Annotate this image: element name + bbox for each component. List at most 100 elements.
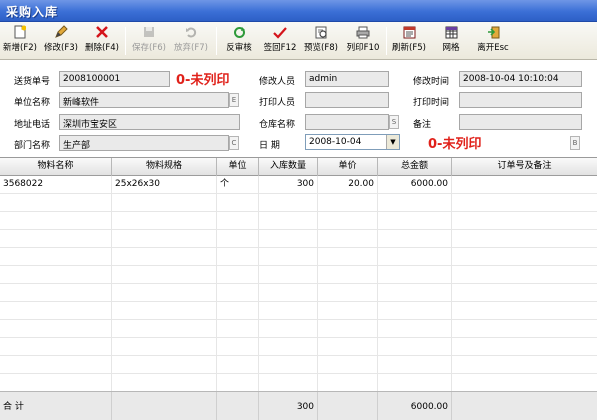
empty-cell[interactable] [452, 266, 597, 284]
empty-cell[interactable] [0, 266, 112, 284]
empty-cell[interactable] [318, 248, 378, 266]
col-header-name[interactable]: 物料名称 [0, 158, 112, 176]
empty-cell[interactable] [318, 230, 378, 248]
empty-cell[interactable] [259, 356, 318, 374]
empty-cell[interactable] [259, 266, 318, 284]
col-header-price[interactable]: 单价 [318, 158, 378, 176]
empty-cell[interactable] [217, 248, 259, 266]
empty-cell[interactable] [112, 266, 217, 284]
save-button[interactable]: 保存(F6) [130, 25, 168, 57]
delivery-no-field[interactable]: 2008100001 [59, 71, 170, 87]
unit-lookup-button[interactable]: E [229, 93, 239, 107]
empty-cell[interactable] [217, 302, 259, 320]
empty-cell[interactable] [259, 302, 318, 320]
empty-cell[interactable] [0, 194, 112, 212]
empty-cell[interactable] [259, 230, 318, 248]
empty-cell[interactable] [378, 248, 452, 266]
empty-cell[interactable] [259, 320, 318, 338]
edit-button[interactable]: 修改(F3) [43, 25, 79, 57]
chevron-down-icon[interactable]: ▼ [386, 135, 399, 149]
empty-cell[interactable] [452, 338, 597, 356]
empty-cell[interactable] [452, 212, 597, 230]
empty-cell[interactable] [0, 356, 112, 374]
col-header-spec[interactable]: 物料规格 [112, 158, 217, 176]
dept-lookup-button[interactable]: C [229, 136, 239, 150]
empty-cell[interactable] [259, 194, 318, 212]
empty-cell[interactable] [0, 212, 112, 230]
empty-cell[interactable] [112, 320, 217, 338]
cell-remark[interactable] [452, 176, 597, 194]
empty-cell[interactable] [112, 302, 217, 320]
empty-table-row[interactable] [0, 338, 597, 356]
empty-cell[interactable] [452, 230, 597, 248]
refresh-button[interactable]: 刷新(F5) [390, 25, 428, 57]
empty-cell[interactable] [318, 356, 378, 374]
empty-cell[interactable] [318, 266, 378, 284]
cell-name[interactable]: 3568022 [0, 176, 112, 194]
empty-cell[interactable] [217, 212, 259, 230]
empty-table-row[interactable] [0, 320, 597, 338]
print-button[interactable]: 列印F10 [344, 25, 382, 57]
col-header-remark[interactable]: 订单号及备注 [452, 158, 597, 176]
empty-table-row[interactable] [0, 302, 597, 320]
warehouse-field[interactable] [305, 114, 389, 130]
empty-cell[interactable] [259, 338, 318, 356]
unit-name-field[interactable]: 新峰软件 [59, 92, 229, 108]
phone-field[interactable]: 深圳市宝安区 [59, 114, 240, 130]
col-header-qty[interactable]: 入库数量 [259, 158, 318, 176]
empty-cell[interactable] [259, 284, 318, 302]
empty-table-row[interactable] [0, 248, 597, 266]
empty-cell[interactable] [378, 212, 452, 230]
empty-table-row[interactable] [0, 194, 597, 212]
empty-cell[interactable] [318, 284, 378, 302]
modifier-field[interactable]: admin [305, 71, 389, 87]
empty-cell[interactable] [112, 230, 217, 248]
empty-cell[interactable] [112, 284, 217, 302]
empty-cell[interactable] [112, 212, 217, 230]
empty-cell[interactable] [217, 194, 259, 212]
cell-unit[interactable]: 个 [217, 176, 259, 194]
exit-button[interactable]: 离开Esc [474, 25, 512, 57]
empty-cell[interactable] [452, 356, 597, 374]
empty-cell[interactable] [217, 374, 259, 392]
delete-button[interactable]: 删除(F4) [84, 25, 120, 57]
empty-cell[interactable] [318, 194, 378, 212]
empty-cell[interactable] [452, 320, 597, 338]
empty-table-row[interactable] [0, 230, 597, 248]
empty-cell[interactable] [112, 338, 217, 356]
signback-button[interactable]: 签回F12 [262, 25, 298, 57]
empty-cell[interactable] [378, 230, 452, 248]
empty-cell[interactable] [318, 212, 378, 230]
cell-price[interactable]: 20.00 [318, 176, 378, 194]
empty-cell[interactable] [318, 374, 378, 392]
empty-cell[interactable] [452, 194, 597, 212]
modify-time-field[interactable]: 2008-10-04 10:10:04 [459, 71, 582, 87]
empty-cell[interactable] [217, 338, 259, 356]
empty-cell[interactable] [0, 338, 112, 356]
cell-amount[interactable]: 6000.00 [378, 176, 452, 194]
empty-cell[interactable] [378, 320, 452, 338]
empty-cell[interactable] [452, 284, 597, 302]
empty-cell[interactable] [259, 248, 318, 266]
empty-cell[interactable] [0, 374, 112, 392]
table-row[interactable]: 3568022 25x26x30 个 300 20.00 6000.00 [0, 176, 597, 194]
empty-cell[interactable] [378, 338, 452, 356]
empty-cell[interactable] [217, 230, 259, 248]
empty-cell[interactable] [217, 356, 259, 374]
empty-cell[interactable] [217, 284, 259, 302]
date-picker[interactable]: 2008-10-04 ▼ [305, 134, 400, 150]
empty-cell[interactable] [378, 356, 452, 374]
empty-cell[interactable] [452, 248, 597, 266]
printer-field[interactable] [305, 92, 389, 108]
empty-cell[interactable] [217, 320, 259, 338]
empty-cell[interactable] [259, 374, 318, 392]
empty-cell[interactable] [0, 320, 112, 338]
empty-cell[interactable] [112, 194, 217, 212]
empty-cell[interactable] [112, 356, 217, 374]
preview-button[interactable]: 预览(F8) [302, 25, 340, 57]
empty-cell[interactable] [452, 374, 597, 392]
unaudit-button[interactable]: 反审核 [221, 25, 257, 57]
empty-table-row[interactable] [0, 266, 597, 284]
empty-cell[interactable] [259, 212, 318, 230]
warehouse-lookup-button[interactable]: S [389, 115, 399, 129]
